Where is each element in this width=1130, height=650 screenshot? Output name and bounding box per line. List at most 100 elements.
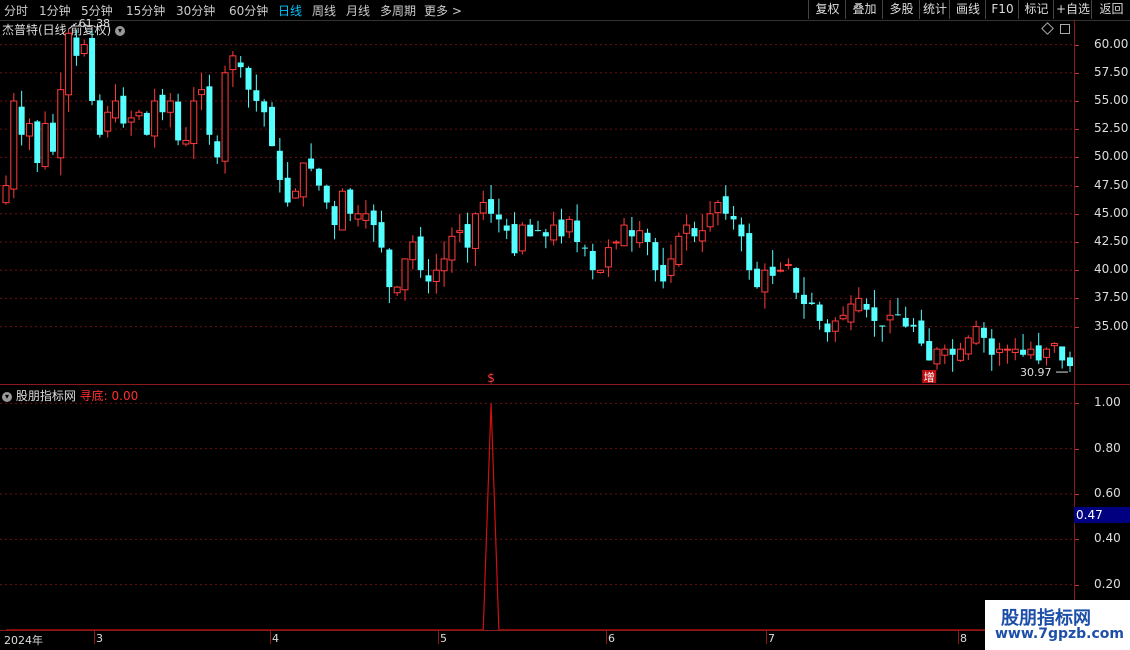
candle-body: [535, 230, 541, 232]
candle-body: [1043, 348, 1051, 358]
signal-dollar: $: [487, 371, 495, 385]
candle-body: [730, 216, 737, 220]
time-axis-label: 3: [96, 632, 103, 645]
candle-body: [831, 320, 839, 332]
time-axis-tick: [606, 630, 607, 644]
time-axis-tick: [958, 630, 959, 644]
candle-body: [738, 224, 745, 237]
candle-body: [49, 122, 56, 152]
price-tick-label: 55.00: [1094, 92, 1129, 107]
candle-body: [393, 286, 401, 294]
time-axis-tick: [766, 630, 767, 644]
candle-body: [714, 202, 722, 214]
candle-body: [269, 106, 275, 147]
candle-body: [166, 100, 174, 113]
candle-body: [620, 224, 628, 247]
candle-body: [604, 247, 612, 268]
time-axis-label: 2024年: [4, 634, 43, 647]
time-axis-label: 4: [272, 632, 279, 645]
candle-body: [471, 213, 479, 249]
candle-body: [784, 264, 792, 267]
candle-body: [769, 266, 776, 276]
candle-body: [245, 67, 252, 90]
candle-body: [949, 348, 956, 355]
low-price-label: 30.97: [1020, 366, 1052, 379]
candle-body: [597, 269, 605, 273]
candle-body: [1020, 349, 1027, 355]
candle-body: [159, 94, 166, 113]
candle-body: [10, 100, 18, 190]
candle-body: [370, 210, 377, 226]
candle-body: [308, 158, 315, 169]
candle-body: [761, 269, 769, 293]
candle-body: [73, 37, 80, 56]
candle-body: [323, 185, 330, 203]
candlestick-chart[interactable]: 61.38 30.97 $ 增: [0, 0, 1074, 630]
candle-body: [847, 303, 855, 323]
time-axis-label: 8: [960, 632, 967, 645]
candle-body: [660, 264, 667, 282]
candle-body: [440, 258, 448, 272]
candle-body: [198, 89, 206, 96]
chevron-down-icon[interactable]: ▾: [2, 391, 12, 402]
indicator-current-value: 0.47: [1074, 507, 1130, 523]
price-tick: [1075, 298, 1079, 300]
candle-body: [698, 230, 706, 242]
candle-body: [964, 337, 972, 355]
time-axis-tick: [270, 630, 271, 644]
candle-body: [1003, 348, 1011, 351]
price-tick: [1075, 241, 1079, 243]
high-price-label: 61.38: [79, 17, 111, 30]
price-tick-label: 37.50: [1094, 290, 1129, 305]
candle-body: [1027, 348, 1035, 356]
indicator-tick: [1075, 403, 1079, 405]
time-axis-label: 7: [768, 632, 775, 645]
candle-body: [683, 224, 691, 234]
price-tick-label: 42.50: [1094, 233, 1129, 248]
candle-body: [135, 111, 143, 117]
candle-body: [527, 224, 534, 237]
candle-body: [25, 123, 33, 137]
candle-body: [182, 139, 190, 145]
candle-body: [644, 232, 651, 242]
candle-body: [448, 235, 456, 261]
candle-body: [347, 189, 354, 214]
price-tick: [1075, 129, 1079, 131]
candle-body: [34, 121, 41, 164]
indicator-tick-label: 1.00: [1094, 395, 1121, 410]
candle-body: [980, 327, 987, 338]
candle-body: [574, 220, 581, 242]
indicator-tick: [1075, 448, 1079, 450]
candle-body: [425, 275, 432, 282]
watermark-logo: 股朋指标网 www.7gpzb.com: [985, 600, 1130, 650]
candle-body: [104, 111, 112, 132]
candle-body: [824, 323, 831, 333]
candle-body: [1011, 348, 1019, 353]
candle-body: [706, 213, 714, 228]
time-axis-tick: [94, 630, 95, 644]
candle-body: [495, 214, 502, 220]
candle-body: [338, 190, 346, 231]
candle-body: [80, 44, 88, 55]
price-tick: [1075, 157, 1079, 159]
price-tick-label: 60.00: [1094, 36, 1129, 51]
price-tick-label: 57.50: [1094, 64, 1129, 79]
candle-body: [879, 325, 886, 327]
candle-body: [722, 196, 729, 214]
indicator-tick-label: 0.60: [1094, 486, 1121, 500]
price-tick-label: 40.00: [1094, 262, 1129, 277]
chart-annotations: 61.38 30.97 $ 增: [68, 17, 1068, 385]
candle-body: [378, 222, 385, 248]
indicator-header: ▾ 股朋指标网 寻底: 0.00: [2, 387, 138, 404]
candle-body: [151, 100, 159, 137]
candle-body: [746, 233, 753, 271]
price-tick: [1075, 270, 1079, 272]
candle-body: [89, 37, 96, 101]
candle-body: [456, 230, 464, 233]
candle-body: [871, 307, 878, 321]
candle-body: [777, 269, 785, 272]
candle-body: [550, 224, 558, 241]
back-button[interactable]: 返回: [1091, 0, 1130, 19]
candle-body: [956, 348, 964, 361]
candle-body: [229, 55, 237, 71]
